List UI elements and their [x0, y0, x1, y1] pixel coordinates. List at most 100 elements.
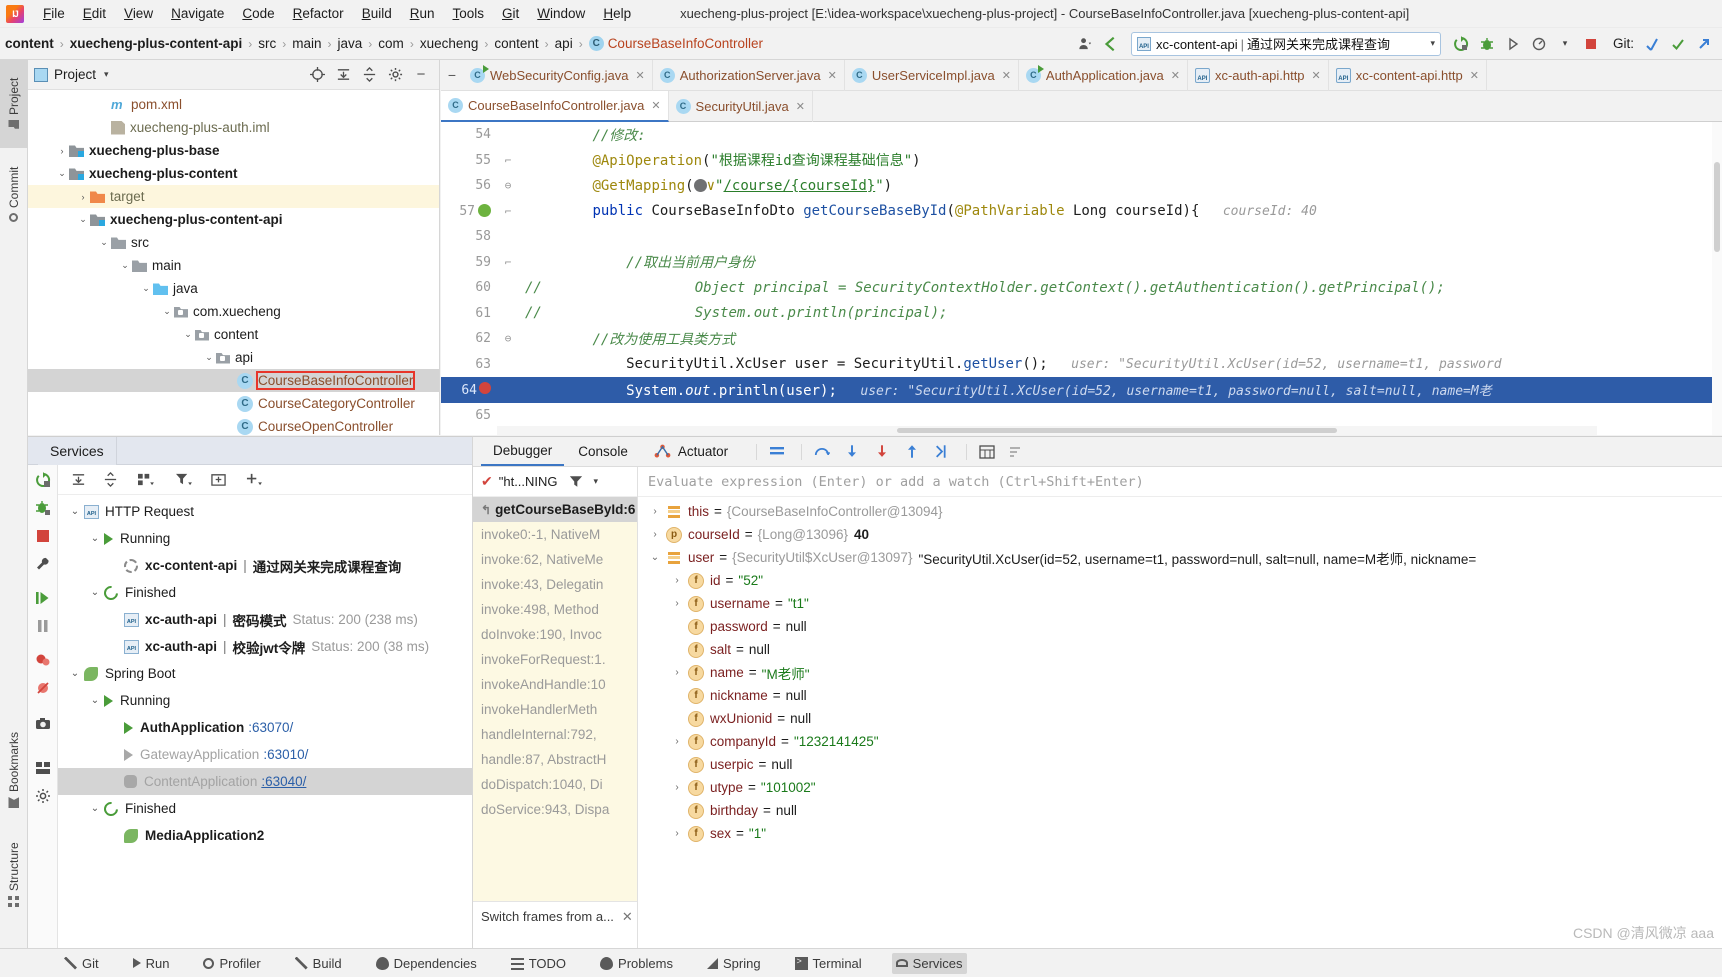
close-icon[interactable]: ✕: [1171, 69, 1180, 82]
menu-item-file[interactable]: File: [34, 4, 74, 23]
editor-tab[interactable]: C UserServiceImpl.java ✕: [845, 59, 1019, 91]
code-line[interactable]: 62 ⊖ //改为使用工具类方式: [441, 326, 1722, 352]
menu-item-window[interactable]: Window: [528, 4, 594, 23]
services-item-port[interactable]: :63070/: [244, 720, 293, 735]
services-tree[interactable]: ⌄ API HTTP Request ⌄ Running xc-content-api | 通…: [58, 495, 472, 849]
tree-expand-arrow[interactable]: ⌄: [76, 214, 90, 225]
variable-row[interactable]: ⌄ user = {SecurityUtil$XcUser@13097} "Securi…: [638, 546, 1722, 569]
menu-item-navigate[interactable]: Navigate: [162, 4, 233, 23]
breadcrumb-item-content[interactable]: content: [489, 36, 543, 51]
collapse-tabs-icon[interactable]: −: [441, 67, 463, 83]
frames-list[interactable]: ↰ getCourseBaseById:6 invoke0:-1, NativeM i…: [473, 497, 637, 901]
services-tree-item[interactable]: API xc-auth-api | 密码模式 Status: 200 (238 ms): [58, 606, 472, 633]
tree-expand-arrow[interactable]: ⌄: [86, 803, 104, 814]
code-line[interactable]: 65: [441, 403, 1722, 429]
frame-list-item[interactable]: doService:943, Dispa: [473, 797, 637, 822]
mute-breakpoints-icon[interactable]: [34, 679, 52, 697]
breadcrumb-item-java[interactable]: java: [333, 36, 368, 51]
tree-expand-arrow[interactable]: ⌄: [97, 237, 111, 248]
tree-expand-arrow[interactable]: ›: [666, 667, 688, 678]
editor-vertical-scrollbar[interactable]: [1712, 122, 1722, 435]
frame-list-item[interactable]: invoke:43, Delegatin: [473, 572, 637, 597]
tree-expand-arrow[interactable]: ›: [666, 828, 688, 839]
variable-row[interactable]: › f name = "M老师": [638, 661, 1722, 684]
tree-expand-arrow[interactable]: ›: [76, 192, 90, 202]
run-to-cursor-icon[interactable]: [934, 444, 950, 460]
collapse-all-icon[interactable]: [361, 67, 377, 83]
git-commit-icon[interactable]: [1666, 32, 1690, 56]
breadcrumb-item-main[interactable]: main: [287, 36, 326, 51]
code-line[interactable]: 56 ⊖ @GetMapping(∨"/course/{courseId}"): [441, 173, 1722, 199]
tree-expand-arrow[interactable]: ›: [223, 376, 237, 386]
back-arrow-icon[interactable]: [1099, 32, 1123, 56]
variable-row[interactable]: f password = null: [638, 615, 1722, 638]
code-line[interactable]: 54 //修改:: [441, 122, 1722, 148]
close-icon[interactable]: ✕: [828, 69, 837, 82]
menu-item-git[interactable]: Git: [493, 4, 528, 23]
services-tree-item[interactable]: ContentApplication:63040/: [58, 768, 472, 795]
filter-icon[interactable]: [568, 474, 584, 490]
tree-expand-arrow[interactable]: ⌄: [86, 695, 104, 706]
variable-row[interactable]: f salt = null: [638, 638, 1722, 661]
chevron-down-icon[interactable]: ▾: [1422, 38, 1435, 49]
variable-row[interactable]: f userpic = null: [638, 753, 1722, 776]
chevron-down-icon[interactable]: ▾: [1553, 32, 1577, 56]
project-tree-item[interactable]: ⌄ content: [28, 323, 439, 346]
frames-footer[interactable]: Switch frames from a... ✕: [473, 901, 637, 931]
step-out-icon[interactable]: [904, 444, 920, 460]
tree-expand-arrow[interactable]: ⌄: [86, 587, 104, 598]
project-tree-item[interactable]: › xuecheng-plus-auth.iml: [28, 116, 439, 139]
status-bar-item-problems[interactable]: Problems: [596, 953, 677, 974]
variable-row[interactable]: › f id = "52": [638, 569, 1722, 592]
variable-row[interactable]: f birthday = null: [638, 799, 1722, 822]
code-line[interactable]: 64 System.out.println(user); user: "Secu…: [441, 377, 1722, 403]
force-step-into-icon[interactable]: [874, 444, 890, 460]
tree-expand-arrow[interactable]: ⌄: [66, 506, 84, 517]
project-tree-item[interactable]: ⌄ xuecheng-plus-content-api: [28, 208, 439, 231]
sort-variables-icon[interactable]: [1009, 444, 1025, 460]
services-tree-item[interactable]: ⌄ Running: [58, 525, 472, 552]
services-item-port[interactable]: :63040/: [257, 774, 306, 789]
rerun-icon[interactable]: [1449, 32, 1473, 56]
breadcrumb-item-src[interactable]: src: [253, 36, 281, 51]
expand-all-icon[interactable]: [70, 472, 86, 488]
menu-item-refactor[interactable]: Refactor: [284, 4, 353, 23]
services-tree-item[interactable]: ⌄ API HTTP Request: [58, 498, 472, 525]
menu-item-tools[interactable]: Tools: [444, 4, 494, 23]
services-tree-item[interactable]: ⌄ Running: [58, 687, 472, 714]
pause-program-icon[interactable]: [34, 617, 52, 635]
code-line[interactable]: 63 SecurityUtil.XcUser user = SecurityUt…: [441, 352, 1722, 378]
sidebar-item-commit[interactable]: Commit: [0, 148, 28, 240]
code-line[interactable]: 57 ⌐ public CourseBaseInfoDto getCourseBa…: [441, 199, 1722, 225]
resume-program-icon[interactable]: [34, 589, 52, 607]
tree-expand-arrow[interactable]: ›: [666, 575, 688, 586]
sidebar-item-bookmarks[interactable]: Bookmarks: [0, 715, 28, 825]
project-tree-item[interactable]: ⌄ com.xuecheng: [28, 300, 439, 323]
project-tree-item[interactable]: ›C CourseCategoryController: [28, 392, 439, 415]
variable-row[interactable]: › p courseId = {Long@13096} 40: [638, 523, 1722, 546]
services-tree-item[interactable]: AuthApplication:63070/: [58, 714, 472, 741]
tab-actuator[interactable]: Actuator: [642, 437, 740, 466]
tree-expand-arrow[interactable]: ›: [55, 146, 69, 156]
project-tree-item[interactable]: ⌄ main: [28, 254, 439, 277]
breadcrumb-item-com[interactable]: com: [373, 36, 409, 51]
tree-expand-arrow[interactable]: ›: [644, 506, 666, 517]
camera-icon[interactable]: [34, 715, 52, 733]
tree-expand-arrow[interactable]: ⌄: [202, 352, 216, 363]
layout-settings-icon[interactable]: [769, 444, 785, 460]
close-icon[interactable]: ✕: [1002, 69, 1011, 82]
stop-icon[interactable]: [1579, 32, 1603, 56]
status-bar-item-build[interactable]: Build: [291, 953, 346, 974]
tree-expand-arrow[interactable]: ›: [666, 598, 688, 609]
chevron-down-icon[interactable]: ▾: [104, 69, 109, 80]
tree-expand-arrow[interactable]: ⌄: [644, 552, 666, 563]
menu-item-edit[interactable]: Edit: [74, 4, 115, 23]
tree-expand-arrow[interactable]: ›: [223, 422, 237, 432]
editor-tab[interactable]: API xc-auth-api.http ✕: [1188, 59, 1329, 91]
breadcrumb-item-xuecheng-plus-content-api[interactable]: xuecheng-plus-content-api: [65, 36, 248, 51]
breadcrumb-class[interactable]: C CourseBaseInfoController: [584, 36, 768, 51]
step-into-icon[interactable]: [844, 444, 860, 460]
tree-expand-arrow[interactable]: ›: [666, 736, 688, 747]
code-line[interactable]: 58: [441, 224, 1722, 250]
profile-icon[interactable]: [1527, 32, 1551, 56]
